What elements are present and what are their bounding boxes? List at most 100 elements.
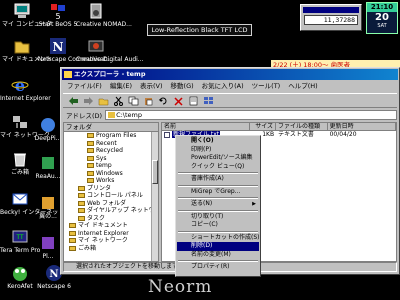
teraterm-icon: TT [11, 228, 29, 246]
menu-bar: ファイル(F) 編集(E) 表示(V) 移動(G) お気に入り(A) ツール(T… [63, 81, 397, 92]
desktop-icon-beos[interactable]: 5 Start BeOS 5 [38, 2, 78, 28]
copy-button[interactable] [127, 95, 139, 106]
back-button[interactable] [67, 95, 79, 106]
tree-item[interactable]: プリンタ [64, 185, 158, 193]
folder-icon [87, 155, 94, 161]
tree-item[interactable]: Internet Explorer [64, 230, 158, 238]
delete-button[interactable] [172, 95, 184, 106]
tree-item[interactable]: マイ ネットワーク [64, 237, 158, 245]
delete-x-icon [174, 97, 183, 106]
tree-item[interactable]: Sys [64, 155, 158, 163]
window-titlebar[interactable]: エクスプローラ - temp [62, 69, 398, 80]
desktop-icon-deeppi[interactable]: DeepPi... [34, 116, 62, 142]
context-menu-item[interactable]: プロパティ(R) [177, 263, 259, 272]
my-computer-icon [13, 2, 31, 20]
scissors-icon [114, 96, 123, 106]
tree-item[interactable]: Web フォルダ [64, 200, 158, 208]
kero-icon [11, 264, 29, 282]
context-menu-item[interactable]: 削除(D) [177, 242, 259, 251]
tree-item-label: Internet Explorer [78, 229, 129, 237]
back-arrow-icon [69, 97, 78, 105]
menu-tools[interactable]: ツール(T) [248, 81, 285, 92]
desktop-icon-netscape[interactable]: N Netscape Communicat... [38, 37, 112, 63]
desktop-icon-pl[interactable]: Pl... [34, 234, 62, 260]
folder-icon [78, 208, 85, 213]
context-menu-item[interactable]: 送る(N) ▶ [177, 200, 259, 209]
tree-item[interactable]: タスク [64, 215, 158, 223]
context-menu-item[interactable]: MiGrep でGrep... [177, 188, 259, 197]
menu-view[interactable]: 表示(V) [136, 81, 167, 92]
folder-icon [87, 148, 94, 153]
tree-item[interactable]: コントロール パネル [64, 192, 158, 200]
context-menu-item-label: コピー(C) [191, 221, 218, 228]
clock-weekday: SAT [377, 23, 387, 29]
desktop-icon-creative-audio[interactable]: Creative Digital Audi... [76, 37, 144, 63]
column-size[interactable]: サイズ [250, 123, 277, 131]
context-menu-item[interactable]: 名前の変更(M) [177, 251, 259, 260]
svg-text:e: e [15, 76, 25, 94]
tree-item[interactable]: Works [64, 177, 158, 185]
context-menu-item[interactable]: 開く(O) [177, 137, 259, 146]
context-menu-item[interactable]: 切り取り(T) [177, 213, 259, 222]
context-menu-item[interactable]: クイック ビュー(Q) [177, 163, 259, 172]
folder-pane-scrollbar[interactable] [151, 132, 158, 261]
desktop-icon-creative-nomad[interactable]: Creative NOMAD... [76, 2, 132, 28]
menu-favorites[interactable]: お気に入り(A) [198, 81, 248, 92]
menu-separator [178, 184, 258, 187]
menu-edit[interactable]: 編集(E) [106, 81, 136, 92]
meter-gadget[interactable]: 11,37288 [300, 4, 362, 31]
context-menu-item-label: ショートカットの作成(S) [191, 233, 260, 241]
forward-button[interactable] [82, 95, 94, 106]
tree-item[interactable]: temp [64, 162, 158, 170]
folder-icon [69, 230, 76, 236]
menu-file[interactable]: ファイル(F) [63, 81, 106, 92]
paste-button[interactable] [142, 95, 154, 106]
folder-icon [64, 71, 72, 78]
column-type[interactable]: ファイルの種類 [276, 123, 328, 131]
tree-item[interactable]: Recycled [64, 147, 158, 155]
tree-item[interactable]: マイ ドキュメント [64, 222, 158, 230]
views-button[interactable] [202, 95, 214, 106]
menu-help[interactable]: ヘルプ(H) [284, 81, 321, 92]
desktop-icon-wing[interactable]: 翼の... [34, 194, 62, 220]
scrollbar-thumb[interactable] [152, 160, 158, 184]
folder-tree: Program Files Recent Recycled Sys temp Window… [64, 132, 158, 252]
tree-item[interactable]: Windows [64, 170, 158, 178]
tree-item[interactable]: ダイヤルアップ ネットワーク [64, 207, 158, 215]
desktop-icon-my-computer[interactable]: マイ コンピュータ [2, 2, 52, 28]
desktop-icon-my-documents[interactable]: マイ ドキュメント [2, 37, 52, 63]
tree-item-label: Sys [96, 154, 107, 162]
folder-tree-pane[interactable]: フォルダ Program Files Recent Recycled Sys temp W… [63, 122, 159, 262]
context-menu-item[interactable]: 書庫作成(A) [177, 175, 259, 184]
address-field[interactable]: C:\temp [105, 110, 397, 120]
folder-icon [69, 238, 76, 243]
tree-item[interactable]: Program Files [64, 132, 158, 140]
tree-item-label: タスク [87, 214, 106, 222]
address-value: C:\temp [116, 111, 143, 119]
svg-text:5: 5 [55, 12, 60, 20]
context-menu-item[interactable]: コピー(C) [177, 221, 259, 230]
column-name[interactable]: 名前 [162, 123, 251, 131]
tree-item-label: コントロール パネル [87, 192, 143, 199]
context-menu-item-label: 開く(O) [191, 137, 214, 144]
menu-separator [178, 209, 258, 212]
undo-button[interactable] [157, 95, 169, 106]
column-date[interactable]: 更新日時 [327, 123, 396, 131]
beos-icon: 5 [49, 2, 67, 21]
up-button[interactable] [97, 95, 109, 106]
tree-item[interactable]: ごみ箱 [64, 245, 158, 253]
context-menu-item[interactable]: ショートカットの作成(S) [177, 233, 260, 243]
folder-icon [108, 112, 116, 118]
menu-separator [178, 197, 258, 199]
menu-go[interactable]: 移動(G) [167, 81, 198, 92]
lcd-banner: Low-Reflection Black TFT LCD [147, 24, 252, 36]
clock-gadget[interactable]: 21:10 20 SAT [366, 2, 398, 34]
cut-button[interactable] [112, 95, 124, 106]
context-menu-item[interactable]: 印刷(P) [177, 146, 259, 155]
properties-button[interactable] [187, 95, 199, 106]
context-menu-item[interactable]: PowerEdit/ソース編集 [177, 154, 259, 163]
desktop-icon-internet-explorer[interactable]: e Internet Explorer [0, 76, 51, 102]
desktop-icon-reaau[interactable]: ReaAu... [34, 154, 62, 180]
tree-item[interactable]: Recent [64, 140, 158, 148]
tree-item-label: Web フォルダ [87, 199, 126, 207]
